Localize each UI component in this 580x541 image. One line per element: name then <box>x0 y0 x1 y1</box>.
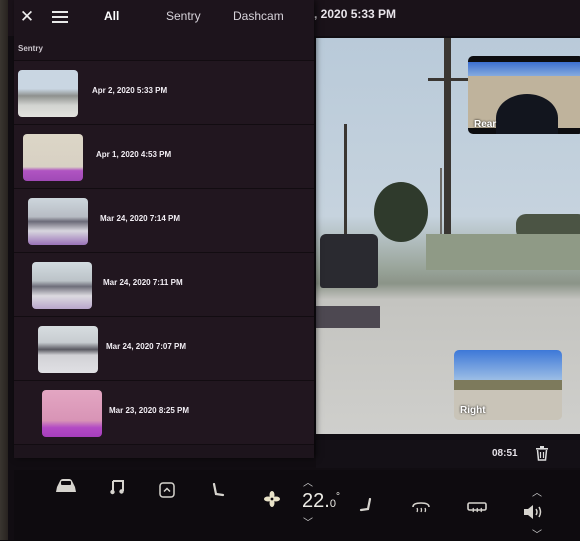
bottom-dock: ︿ 22.0° ﹀ ︿ ﹀ <box>14 470 580 541</box>
list-icon[interactable] <box>52 8 68 26</box>
clip-date: Mar 24, 2020 7:14 PM <box>100 214 181 223</box>
passenger-seat-icon[interactable] <box>358 497 374 519</box>
tree <box>374 182 428 242</box>
clip-browser-panel: ✕ All Sentry Dashcam Sentry Apr 2, 2020 … <box>14 0 314 458</box>
close-icon[interactable]: ✕ <box>18 8 36 26</box>
clip-thumbnail <box>32 262 92 309</box>
clip-thumbnail <box>38 326 98 373</box>
clip-row[interactable]: Mar 24, 2020 7:11 PM <box>14 253 314 317</box>
clip-thumbnail <box>18 70 78 117</box>
fan-icon[interactable] <box>263 491 281 512</box>
suv-ahead <box>320 234 378 288</box>
section-label: Sentry <box>18 44 43 53</box>
volume-icon[interactable] <box>522 504 546 525</box>
temperature-unit: ° <box>335 491 340 503</box>
clip-date: Mar 24, 2020 7:07 PM <box>106 342 187 351</box>
grass-verge <box>426 234 580 270</box>
utility-pole-small <box>344 124 347 238</box>
front-camera-video[interactable]: Rear Right <box>316 38 580 434</box>
temperature-down-chevron[interactable]: ﹀ <box>303 514 313 529</box>
clip-row[interactable]: Mar 24, 2020 7:14 PM <box>14 189 314 253</box>
clip-row[interactable]: Mar 23, 2020 8:25 PM <box>14 381 314 445</box>
volume-down-chevron[interactable]: ﹀ <box>532 526 542 541</box>
clip-date: Apr 1, 2020 4:53 PM <box>96 150 172 159</box>
tab-sentry[interactable]: Sentry <box>166 9 201 23</box>
clip-row[interactable]: Mar 24, 2020 7:07 PM <box>14 317 314 381</box>
rear-camera-pip[interactable]: Rear <box>468 56 580 134</box>
shadow-patch <box>316 306 380 328</box>
right-camera-pip[interactable]: Right <box>454 350 562 420</box>
temperature-readout: 22.0° <box>302 490 340 513</box>
clip-thumbnail <box>23 134 83 181</box>
tab-all[interactable]: All <box>104 9 119 23</box>
temperature-up-chevron[interactable]: ︿ <box>303 474 313 489</box>
pip-sky <box>454 350 562 382</box>
driver-seat-icon[interactable] <box>210 482 226 504</box>
app-launcher-icon[interactable] <box>158 482 176 503</box>
pip-field <box>454 380 562 390</box>
playback-datetime: , 2020 5:33 PM <box>314 7 397 21</box>
music-note-icon[interactable] <box>109 479 125 500</box>
playback-bar: 08:51 <box>316 440 580 468</box>
pip-bumper <box>496 94 558 134</box>
utility-pole <box>444 38 451 258</box>
utility-pole-crossarm <box>428 78 468 81</box>
clip-thumbnail <box>42 390 102 437</box>
clip-row[interactable]: Apr 1, 2020 4:53 PM <box>14 125 314 189</box>
clip-row[interactable]: Apr 2, 2020 5:33 PM <box>14 60 314 125</box>
clip-date: Mar 23, 2020 8:25 PM <box>109 406 190 415</box>
clip-date: Apr 2, 2020 5:33 PM <box>92 86 168 95</box>
front-defrost-icon[interactable] <box>410 502 432 521</box>
camera-label-right: Right <box>460 405 486 416</box>
rear-defrost-icon[interactable] <box>466 502 488 521</box>
clip-date: Mar 24, 2020 7:11 PM <box>103 278 183 287</box>
clip-list: Apr 2, 2020 5:33 PM Apr 1, 2020 4:53 PM … <box>14 60 314 445</box>
camera-label-rear: Rear <box>474 119 497 130</box>
tab-dashcam[interactable]: Dashcam <box>233 9 284 23</box>
temperature-value: 22. <box>302 490 330 512</box>
clip-thumbnail <box>28 198 88 245</box>
volume-up-chevron[interactable]: ︿ <box>532 484 542 499</box>
car-icon[interactable] <box>54 478 78 499</box>
timecode: 08:51 <box>492 448 518 459</box>
panel-header: ✕ All Sentry Dashcam <box>14 0 314 36</box>
trash-icon[interactable] <box>534 446 550 462</box>
